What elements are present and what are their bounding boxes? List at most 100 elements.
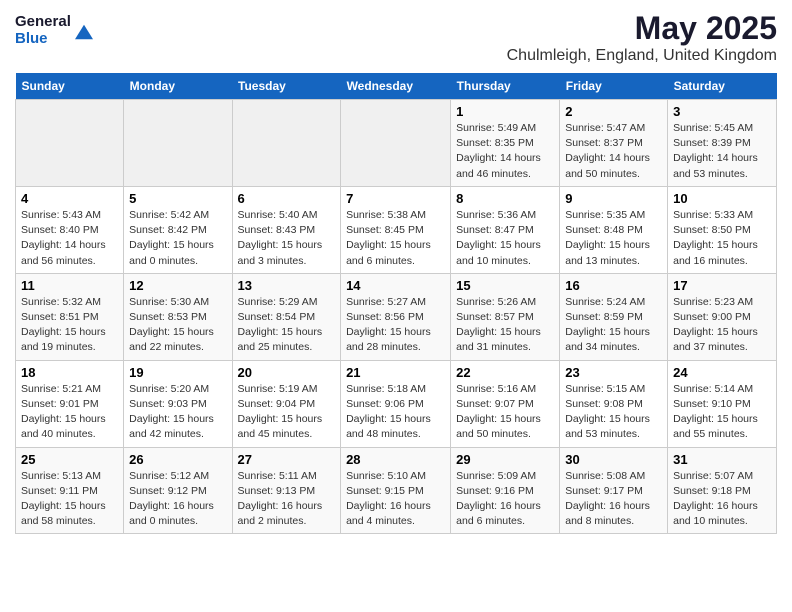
day-number: 11: [21, 278, 118, 293]
day-info: Sunrise: 5:14 AM Sunset: 9:10 PM Dayligh…: [673, 382, 771, 443]
calendar-cell: 26 Sunrise: 5:12 AM Sunset: 9:12 PM Dayli…: [124, 447, 232, 534]
calendar-cell: 10 Sunrise: 5:33 AM Sunset: 8:50 PM Dayli…: [668, 186, 777, 273]
day-info: Sunrise: 5:23 AM Sunset: 9:00 PM Dayligh…: [673, 295, 771, 356]
day-number: 6: [238, 191, 336, 206]
day-info: Sunrise: 5:42 AM Sunset: 8:42 PM Dayligh…: [129, 208, 226, 269]
day-number: 9: [565, 191, 662, 206]
day-info: Sunrise: 5:13 AM Sunset: 9:11 PM Dayligh…: [21, 469, 118, 530]
calendar-cell: [124, 100, 232, 187]
calendar-cell: 18 Sunrise: 5:21 AM Sunset: 9:01 PM Dayli…: [16, 360, 124, 447]
day-info: Sunrise: 5:27 AM Sunset: 8:56 PM Dayligh…: [346, 295, 445, 356]
page-container: General Blue May 2025 Chulmleigh, Englan…: [0, 0, 792, 544]
day-number: 15: [456, 278, 554, 293]
day-info: Sunrise: 5:07 AM Sunset: 9:18 PM Dayligh…: [673, 469, 771, 530]
day-info: Sunrise: 5:47 AM Sunset: 8:37 PM Dayligh…: [565, 121, 662, 182]
day-number: 20: [238, 365, 336, 380]
day-number: 23: [565, 365, 662, 380]
calendar-cell: 8 Sunrise: 5:36 AM Sunset: 8:47 PM Daylig…: [451, 186, 560, 273]
day-info: Sunrise: 5:24 AM Sunset: 8:59 PM Dayligh…: [565, 295, 662, 356]
calendar-dow-wednesday: Wednesday: [341, 73, 451, 100]
day-number: 19: [129, 365, 226, 380]
day-number: 3: [673, 104, 771, 119]
calendar-cell: [232, 100, 341, 187]
calendar-cell: 31Sunrise: 5:07 AM Sunset: 9:18 PM Dayli…: [668, 447, 777, 534]
calendar-cell: 25 Sunrise: 5:13 AM Sunset: 9:11 PM Dayli…: [16, 447, 124, 534]
calendar-cell: 16Sunrise: 5:24 AM Sunset: 8:59 PM Dayli…: [560, 273, 668, 360]
day-info: Sunrise: 5:12 AM Sunset: 9:12 PM Dayligh…: [129, 469, 226, 530]
calendar-cell: 14 Sunrise: 5:27 AM Sunset: 8:56 PM Dayli…: [341, 273, 451, 360]
day-info: Sunrise: 5:32 AM Sunset: 8:51 PM Dayligh…: [21, 295, 118, 356]
day-number: 27: [238, 452, 336, 467]
calendar-cell: 3 Sunrise: 5:45 AM Sunset: 8:39 PM Daylig…: [668, 100, 777, 187]
day-info: Sunrise: 5:30 AM Sunset: 8:53 PM Dayligh…: [129, 295, 226, 356]
day-info: Sunrise: 5:19 AM Sunset: 9:04 PM Dayligh…: [238, 382, 336, 443]
calendar-cell: 12 Sunrise: 5:30 AM Sunset: 8:53 PM Dayli…: [124, 273, 232, 360]
day-info: Sunrise: 5:36 AM Sunset: 8:47 PM Dayligh…: [456, 208, 554, 269]
day-info: Sunrise: 5:40 AM Sunset: 8:43 PM Dayligh…: [238, 208, 336, 269]
day-info: Sunrise: 5:26 AM Sunset: 8:57 PM Dayligh…: [456, 295, 554, 356]
calendar-cell: [341, 100, 451, 187]
page-subtitle: Chulmleigh, England, United Kingdom: [507, 47, 777, 65]
calendar-cell: 11 Sunrise: 5:32 AM Sunset: 8:51 PM Dayli…: [16, 273, 124, 360]
day-info: Sunrise: 5:16 AM Sunset: 9:07 PM Dayligh…: [456, 382, 554, 443]
calendar-cell: 9Sunrise: 5:35 AM Sunset: 8:48 PM Daylig…: [560, 186, 668, 273]
title-block: May 2025 Chulmleigh, England, United Kin…: [507, 10, 777, 65]
calendar-cell: 7Sunrise: 5:38 AM Sunset: 8:45 PM Daylig…: [341, 186, 451, 273]
logo-general: General: [15, 14, 71, 31]
day-number: 4: [21, 191, 118, 206]
calendar-dow-sunday: Sunday: [16, 73, 124, 100]
day-number: 28: [346, 452, 445, 467]
day-info: Sunrise: 5:45 AM Sunset: 8:39 PM Dayligh…: [673, 121, 771, 182]
day-number: 7: [346, 191, 445, 206]
day-info: Sunrise: 5:18 AM Sunset: 9:06 PM Dayligh…: [346, 382, 445, 443]
day-number: 2: [565, 104, 662, 119]
day-number: 26: [129, 452, 226, 467]
day-number: 5: [129, 191, 226, 206]
calendar-cell: 6 Sunrise: 5:40 AM Sunset: 8:43 PM Daylig…: [232, 186, 341, 273]
page-title: May 2025: [507, 10, 777, 47]
calendar-cell: 27Sunrise: 5:11 AM Sunset: 9:13 PM Dayli…: [232, 447, 341, 534]
calendar-cell: 29 Sunrise: 5:09 AM Sunset: 9:16 PM Dayli…: [451, 447, 560, 534]
calendar-cell: 5 Sunrise: 5:42 AM Sunset: 8:42 PM Daylig…: [124, 186, 232, 273]
day-number: 29: [456, 452, 554, 467]
day-number: 13: [238, 278, 336, 293]
day-number: 1: [456, 104, 554, 119]
calendar-cell: 23 Sunrise: 5:15 AM Sunset: 9:08 PM Dayli…: [560, 360, 668, 447]
day-number: 14: [346, 278, 445, 293]
day-number: 12: [129, 278, 226, 293]
day-number: 25: [21, 452, 118, 467]
calendar-cell: 1 Sunrise: 5:49 AM Sunset: 8:35 PM Daylig…: [451, 100, 560, 187]
calendar-cell: 19Sunrise: 5:20 AM Sunset: 9:03 PM Dayli…: [124, 360, 232, 447]
calendar-header-row: SundayMondayTuesdayWednesdayThursdayFrid…: [16, 73, 777, 100]
day-number: 24: [673, 365, 771, 380]
day-info: Sunrise: 5:15 AM Sunset: 9:08 PM Dayligh…: [565, 382, 662, 443]
day-info: Sunrise: 5:33 AM Sunset: 8:50 PM Dayligh…: [673, 208, 771, 269]
day-info: Sunrise: 5:09 AM Sunset: 9:16 PM Dayligh…: [456, 469, 554, 530]
day-number: 18: [21, 365, 118, 380]
calendar-dow-monday: Monday: [124, 73, 232, 100]
logo-blue: Blue: [15, 31, 71, 48]
calendar-week-1: 1 Sunrise: 5:49 AM Sunset: 8:35 PM Daylig…: [16, 100, 777, 187]
day-info: Sunrise: 5:49 AM Sunset: 8:35 PM Dayligh…: [456, 121, 554, 182]
day-number: 30: [565, 452, 662, 467]
calendar-cell: 13Sunrise: 5:29 AM Sunset: 8:54 PM Dayli…: [232, 273, 341, 360]
logo-text: General Blue: [15, 14, 71, 47]
calendar-table: SundayMondayTuesdayWednesdayThursdayFrid…: [15, 73, 777, 534]
calendar-cell: 22Sunrise: 5:16 AM Sunset: 9:07 PM Dayli…: [451, 360, 560, 447]
day-info: Sunrise: 5:08 AM Sunset: 9:17 PM Dayligh…: [565, 469, 662, 530]
calendar-cell: 15 Sunrise: 5:26 AM Sunset: 8:57 PM Dayli…: [451, 273, 560, 360]
logo: General Blue: [15, 14, 93, 47]
day-info: Sunrise: 5:43 AM Sunset: 8:40 PM Dayligh…: [21, 208, 118, 269]
calendar-dow-friday: Friday: [560, 73, 668, 100]
day-number: 8: [456, 191, 554, 206]
day-info: Sunrise: 5:21 AM Sunset: 9:01 PM Dayligh…: [21, 382, 118, 443]
calendar-cell: 24 Sunrise: 5:14 AM Sunset: 9:10 PM Dayli…: [668, 360, 777, 447]
day-info: Sunrise: 5:10 AM Sunset: 9:15 PM Dayligh…: [346, 469, 445, 530]
calendar-cell: 2 Sunrise: 5:47 AM Sunset: 8:37 PM Daylig…: [560, 100, 668, 187]
day-number: 21: [346, 365, 445, 380]
calendar-week-4: 18 Sunrise: 5:21 AM Sunset: 9:01 PM Dayli…: [16, 360, 777, 447]
day-number: 10: [673, 191, 771, 206]
day-number: 17: [673, 278, 771, 293]
calendar-week-5: 25 Sunrise: 5:13 AM Sunset: 9:11 PM Dayli…: [16, 447, 777, 534]
calendar-week-2: 4 Sunrise: 5:43 AM Sunset: 8:40 PM Daylig…: [16, 186, 777, 273]
